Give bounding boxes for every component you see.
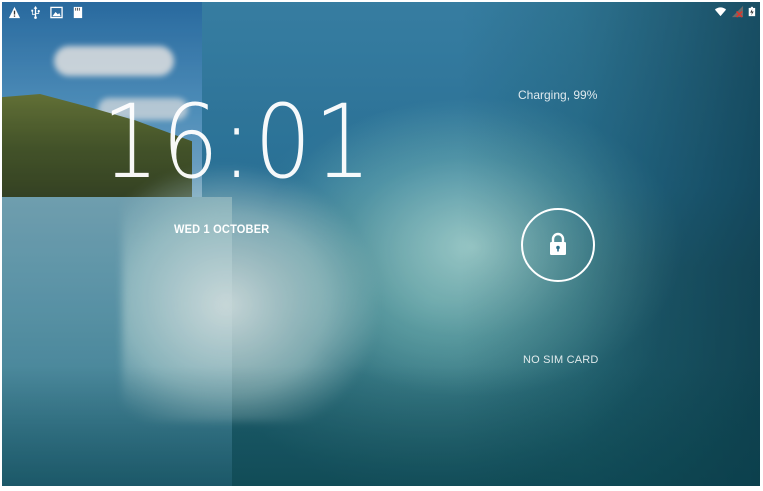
signal-no-sim-icon — [731, 5, 744, 18]
warning-icon — [8, 6, 21, 19]
notification-icons — [8, 6, 84, 19]
wallpaper-dim-overlay — [2, 2, 760, 486]
charging-status: Charging, 99% — [518, 88, 598, 102]
carrier-status: NO SIM CARD — [523, 354, 599, 366]
storage-icon — [73, 6, 83, 19]
lock-icon — [550, 232, 566, 255]
clock-time: 16:01 — [102, 83, 374, 202]
usb-icon — [31, 6, 40, 19]
wifi-icon — [714, 7, 727, 17]
battery-charging-icon — [748, 6, 756, 17]
status-bar — [2, 2, 760, 24]
system-status-icons — [714, 5, 758, 18]
unlock-button[interactable] — [521, 208, 595, 282]
image-icon — [50, 6, 63, 19]
lock-screen: 16:01 WED 1 OCTOBER Charging, 99% NO SIM… — [2, 2, 760, 486]
clock-date: WED 1 OCTOBER — [174, 222, 270, 236]
